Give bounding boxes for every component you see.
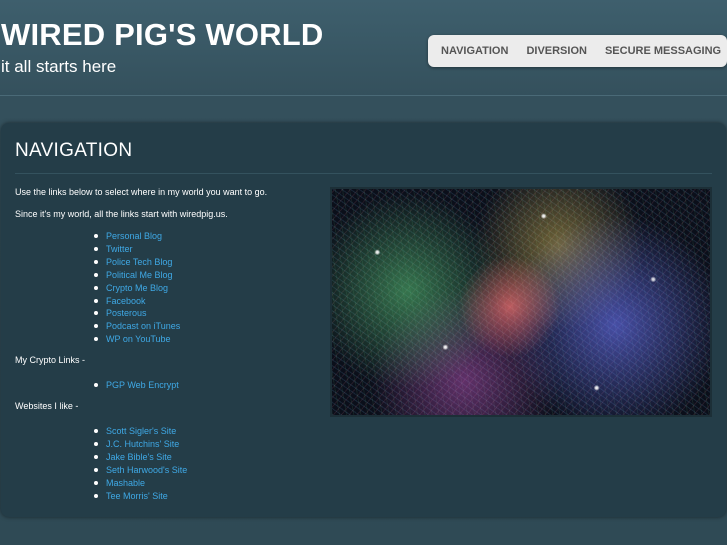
nav-item-navigation[interactable]: NAVIGATION: [441, 45, 508, 57]
list-item: Jake Bible's Site: [94, 451, 315, 464]
page: WIRED PIG'S WORLD it all starts here NAV…: [0, 0, 727, 545]
link-political-me-blog[interactable]: Political Me Blog: [106, 270, 173, 280]
network-visualization-image: [330, 187, 712, 417]
top-navigation: NAVIGATION DIVERSION SECURE MESSAGING: [428, 35, 727, 67]
link-seth-harwood[interactable]: Seth Harwood's Site: [106, 465, 187, 475]
crypto-link-list: PGP Web Encrypt: [94, 379, 315, 392]
list-item: Police Tech Blog: [94, 256, 315, 269]
link-twitter[interactable]: Twitter: [106, 244, 133, 254]
link-police-tech-blog[interactable]: Police Tech Blog: [106, 257, 172, 267]
list-item: Seth Harwood's Site: [94, 464, 315, 477]
link-scott-sigler[interactable]: Scott Sigler's Site: [106, 426, 176, 436]
list-item: Tee Morris' Site: [94, 490, 315, 503]
nav-item-secure-messaging[interactable]: SECURE MESSAGING: [605, 45, 721, 57]
intro-note: Since it's my world, all the links start…: [15, 209, 228, 219]
list-item: PGP Web Encrypt: [94, 379, 315, 392]
panel-divider: [15, 173, 712, 174]
link-posterous[interactable]: Posterous: [106, 308, 147, 318]
page-title: NAVIGATION: [15, 140, 133, 161]
list-item: Crypto Me Blog: [94, 282, 315, 295]
link-mashable[interactable]: Mashable: [106, 478, 145, 488]
websites-link-list: Scott Sigler's Site J.C. Hutchins' Site …: [94, 425, 315, 502]
intro-text: Use the links below to select where in m…: [15, 187, 268, 197]
list-item: Mashable: [94, 477, 315, 490]
site-tagline: it all starts here: [1, 57, 117, 76]
site-title[interactable]: WIRED PIG'S WORLD: [1, 17, 323, 53]
link-personal-blog[interactable]: Personal Blog: [106, 231, 162, 241]
link-podcast-itunes[interactable]: Podcast on iTunes: [106, 321, 180, 331]
link-tee-morris[interactable]: Tee Morris' Site: [106, 491, 168, 501]
list-item: Twitter: [94, 243, 315, 256]
list-item: Podcast on iTunes: [94, 320, 315, 333]
content-panel: NAVIGATION Use the links below to select…: [1, 123, 726, 517]
header-divider: [0, 95, 727, 96]
list-item: Personal Blog: [94, 230, 315, 243]
list-item: WP on YouTube: [94, 333, 315, 346]
list-item: Political Me Blog: [94, 269, 315, 282]
link-facebook[interactable]: Facebook: [106, 296, 146, 306]
main-link-list: Personal Blog Twitter Police Tech Blog P…: [94, 230, 315, 346]
link-crypto-me-blog[interactable]: Crypto Me Blog: [106, 283, 168, 293]
list-item: J.C. Hutchins' Site: [94, 438, 315, 451]
nav-item-diversion[interactable]: DIVERSION: [526, 45, 587, 57]
link-jake-bible[interactable]: Jake Bible's Site: [106, 452, 172, 462]
websites-label: Websites I like -: [15, 401, 79, 412]
list-item: Facebook: [94, 295, 315, 308]
link-jc-hutchins[interactable]: J.C. Hutchins' Site: [106, 439, 179, 449]
content-text: Use the links below to select where in m…: [15, 186, 315, 511]
crypto-links-label: My Crypto Links -: [15, 355, 86, 366]
list-item: Posterous: [94, 307, 315, 320]
link-wp-youtube[interactable]: WP on YouTube: [106, 334, 171, 344]
list-item: Scott Sigler's Site: [94, 425, 315, 438]
link-pgp-web-encrypt[interactable]: PGP Web Encrypt: [106, 380, 179, 390]
